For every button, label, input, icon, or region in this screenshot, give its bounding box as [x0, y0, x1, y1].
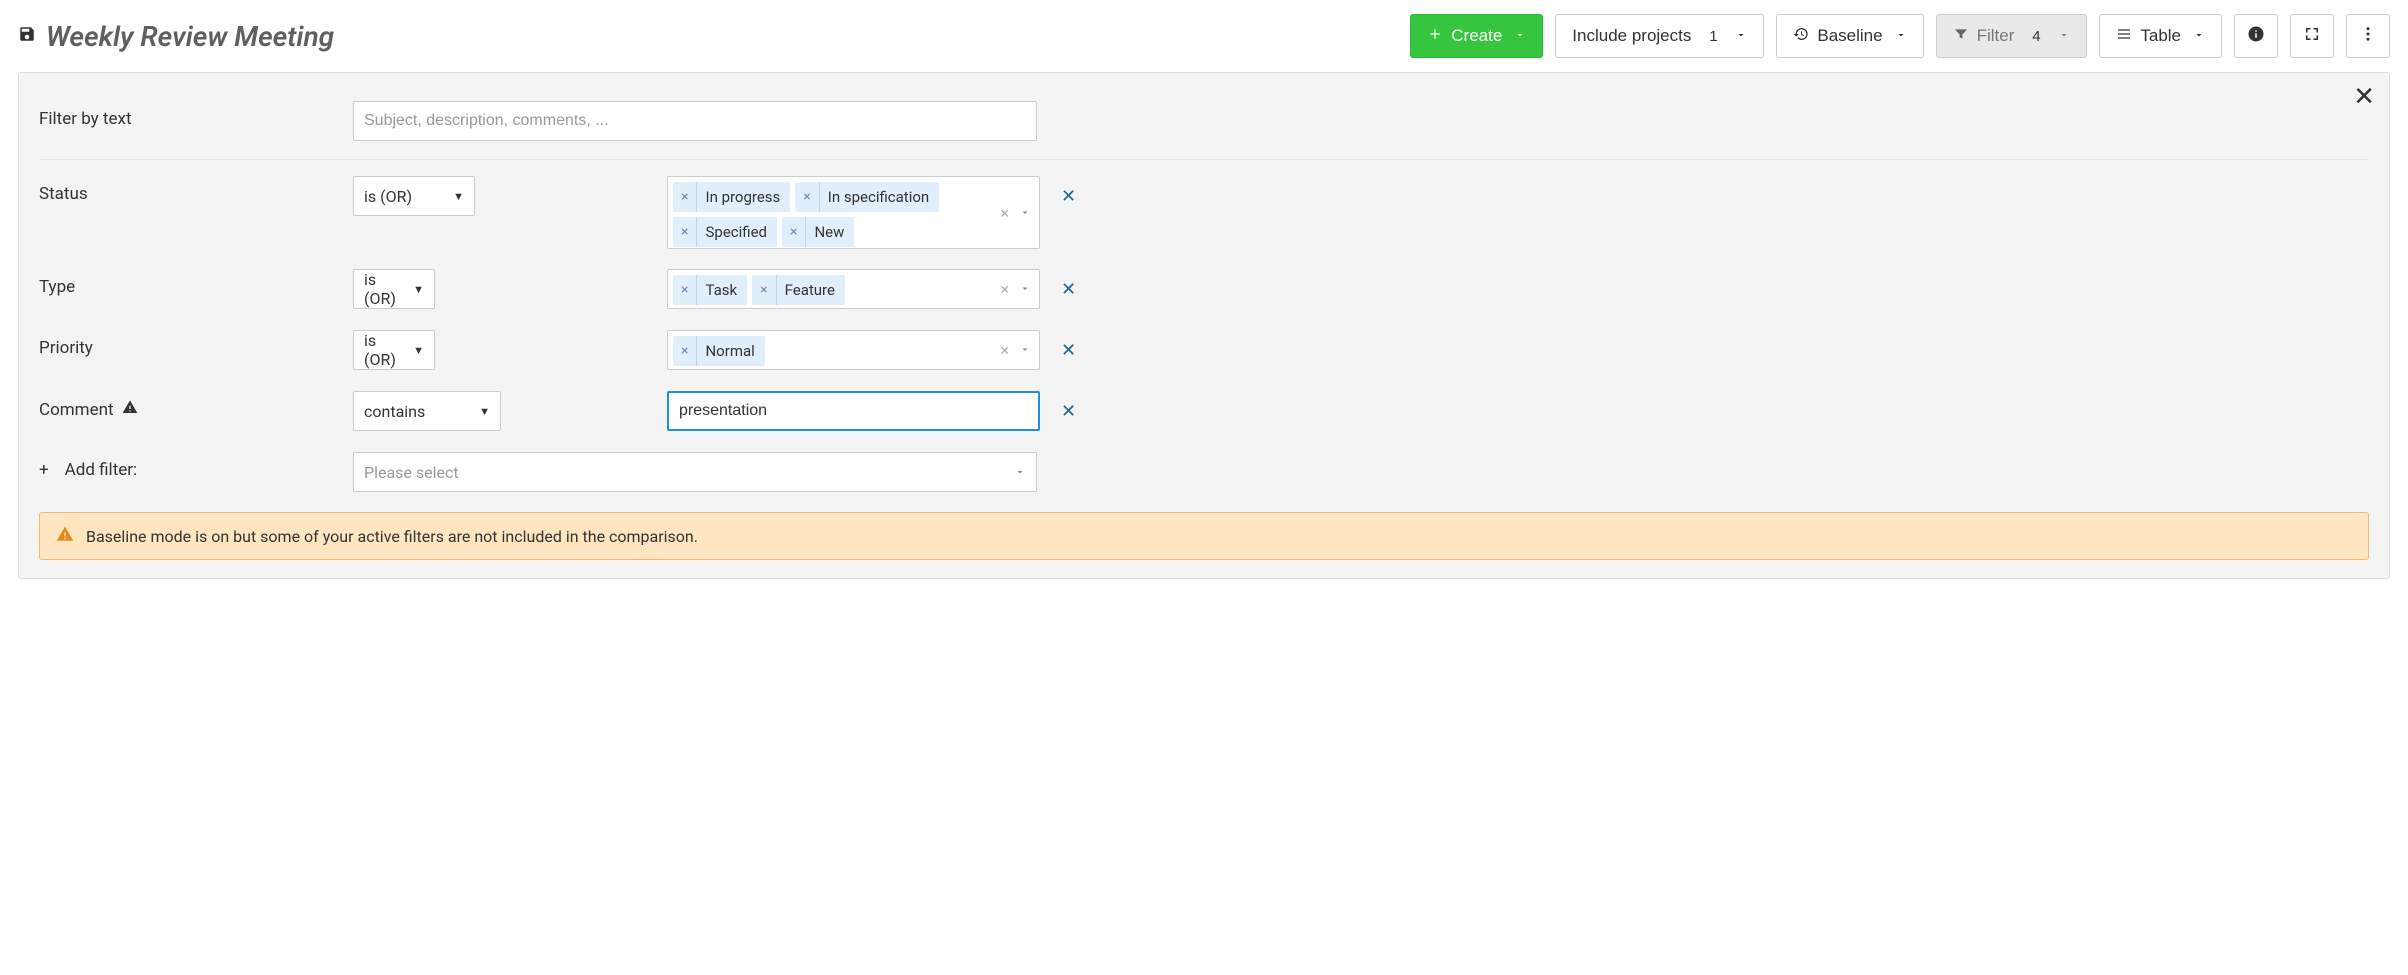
chevron-down-icon [2058, 26, 2070, 46]
baseline-icon [1793, 26, 1809, 47]
chip-status-2: ×Specified [673, 217, 777, 247]
filter-panel: ✕ Filter by text Status is (OR) ▼ ×In pr… [18, 72, 2390, 579]
chevron-down-icon [1514, 26, 1526, 46]
clear-icon[interactable]: × [1000, 203, 1009, 222]
chevron-down-icon [1895, 26, 1907, 46]
filter-row-text: Filter by text [39, 91, 2369, 160]
plus-icon [1427, 26, 1443, 47]
header-toolbar: Weekly Review Meeting Create Include pro… [18, 14, 2390, 58]
chevron-down-icon: ▼ [453, 190, 464, 203]
info-icon [2247, 25, 2265, 48]
chevron-down-icon: ▼ [413, 283, 424, 296]
include-projects-button[interactable]: Include projects 1 [1555, 14, 1764, 58]
chip-status-0: ×In progress [673, 182, 790, 212]
chip-type-1: ×Feature [752, 275, 845, 305]
priority-op-value: is (OR) [364, 331, 405, 369]
chevron-down-icon [1014, 463, 1026, 482]
create-button-label: Create [1451, 26, 1502, 46]
comment-value-input[interactable] [667, 391, 1040, 431]
baseline-label: Baseline [1817, 26, 1882, 46]
chip-remove[interactable]: × [673, 336, 697, 366]
close-panel-button[interactable]: ✕ [2353, 83, 2375, 109]
filter-icon [1953, 26, 1969, 47]
chip-remove[interactable]: × [752, 275, 776, 305]
warning-icon [122, 399, 138, 420]
chip-remove[interactable]: × [673, 217, 697, 247]
filter-text-input[interactable] [353, 101, 1037, 141]
filter-label: Filter [1977, 26, 2015, 46]
add-filter-select[interactable]: Please select [353, 452, 1037, 492]
fullscreen-button[interactable] [2290, 14, 2334, 58]
more-button[interactable] [2346, 14, 2390, 58]
type-values-multi[interactable]: ×Task ×Feature × [667, 269, 1040, 309]
status-op-value: is (OR) [364, 187, 412, 206]
chip-remove[interactable]: × [673, 275, 697, 305]
warning-text: Baseline mode is on but some of your act… [86, 527, 698, 546]
filter-button[interactable]: Filter 4 [1936, 14, 2088, 58]
comment-op-select[interactable]: contains ▼ [353, 391, 501, 431]
chip-remove[interactable]: × [673, 182, 697, 212]
chevron-down-icon: ▼ [479, 405, 490, 418]
filter-label-status: Status [39, 176, 339, 204]
status-values-multi[interactable]: ×In progress ×In specification ×Specifie… [667, 176, 1040, 249]
info-button[interactable] [2234, 14, 2278, 58]
filter-label-comment: Comment [39, 391, 339, 420]
filter-row-type: Type is (OR) ▼ ×Task ×Feature × ✕ [39, 259, 2369, 320]
chip-remove[interactable]: × [782, 217, 806, 247]
chip-type-0: ×Task [673, 275, 747, 305]
chevron-down-icon: ▼ [413, 344, 424, 357]
remove-filter-status[interactable]: ✕ [1055, 176, 1082, 217]
chevron-down-icon[interactable] [1019, 280, 1031, 299]
create-button[interactable]: Create [1410, 14, 1543, 58]
add-filter-placeholder: Please select [364, 463, 459, 482]
page-title: Weekly Review Meeting [46, 20, 334, 53]
type-op-select[interactable]: is (OR) ▼ [353, 269, 435, 309]
baseline-button[interactable]: Baseline [1776, 14, 1923, 58]
chip-status-3: ×New [782, 217, 854, 247]
chip-priority-0: ×Normal [673, 336, 765, 366]
remove-filter-priority[interactable]: ✕ [1055, 330, 1082, 371]
chevron-down-icon[interactable] [1019, 341, 1031, 360]
clear-icon[interactable]: × [1000, 341, 1009, 360]
status-op-select[interactable]: is (OR) ▼ [353, 176, 475, 216]
add-filter-label: + Add filter: [39, 452, 339, 480]
remove-filter-type[interactable]: ✕ [1055, 269, 1082, 310]
view-mode-label: Table [2140, 26, 2181, 46]
filter-row-comment: Comment contains ▼ ✕ [39, 381, 2369, 442]
chip-status-1: ×In specification [795, 182, 939, 212]
include-projects-label: Include projects [1572, 26, 1691, 46]
view-mode-button[interactable]: Table [2099, 14, 2222, 58]
baseline-warning: Baseline mode is on but some of your act… [39, 512, 2369, 560]
filter-row-status: Status is (OR) ▼ ×In progress ×In specif… [39, 166, 2369, 259]
filter-label-type: Type [39, 269, 339, 297]
save-icon[interactable] [18, 25, 36, 47]
filter-label-priority: Priority [39, 330, 339, 358]
priority-values-multi[interactable]: ×Normal × [667, 330, 1040, 370]
type-op-value: is (OR) [364, 270, 405, 308]
kebab-icon [2359, 25, 2377, 48]
title-area: Weekly Review Meeting [18, 20, 1398, 53]
warning-icon [56, 525, 74, 547]
chip-remove[interactable]: × [795, 182, 819, 212]
filter-count: 4 [2026, 28, 2046, 45]
priority-op-select[interactable]: is (OR) ▼ [353, 330, 435, 370]
chevron-down-icon [1735, 26, 1747, 46]
list-icon [2116, 26, 2132, 47]
remove-filter-comment[interactable]: ✕ [1055, 391, 1082, 432]
comment-op-value: contains [364, 402, 425, 421]
chevron-down-icon [2193, 26, 2205, 46]
filter-label-text: Filter by text [39, 101, 339, 129]
chevron-down-icon[interactable] [1019, 203, 1031, 222]
filter-row-add: + Add filter: Please select [39, 442, 2369, 502]
include-projects-count: 1 [1703, 28, 1723, 45]
fullscreen-icon [2303, 25, 2321, 48]
clear-icon[interactable]: × [1000, 280, 1009, 299]
filter-row-priority: Priority is (OR) ▼ ×Normal × ✕ [39, 320, 2369, 381]
plus-icon: + [39, 460, 49, 480]
